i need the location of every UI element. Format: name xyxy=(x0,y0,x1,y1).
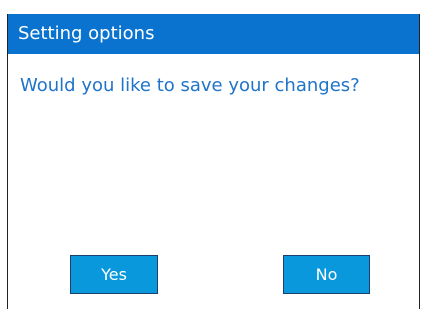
settings-dialog: Setting options Would you like to save y… xyxy=(7,14,420,309)
no-button[interactable]: No xyxy=(283,255,370,294)
dialog-message: Would you like to save your changes? xyxy=(20,75,360,96)
dialog-title: Setting options xyxy=(18,23,155,44)
yes-button[interactable]: Yes xyxy=(70,255,158,294)
dialog-title-bar: Setting options xyxy=(8,14,419,54)
